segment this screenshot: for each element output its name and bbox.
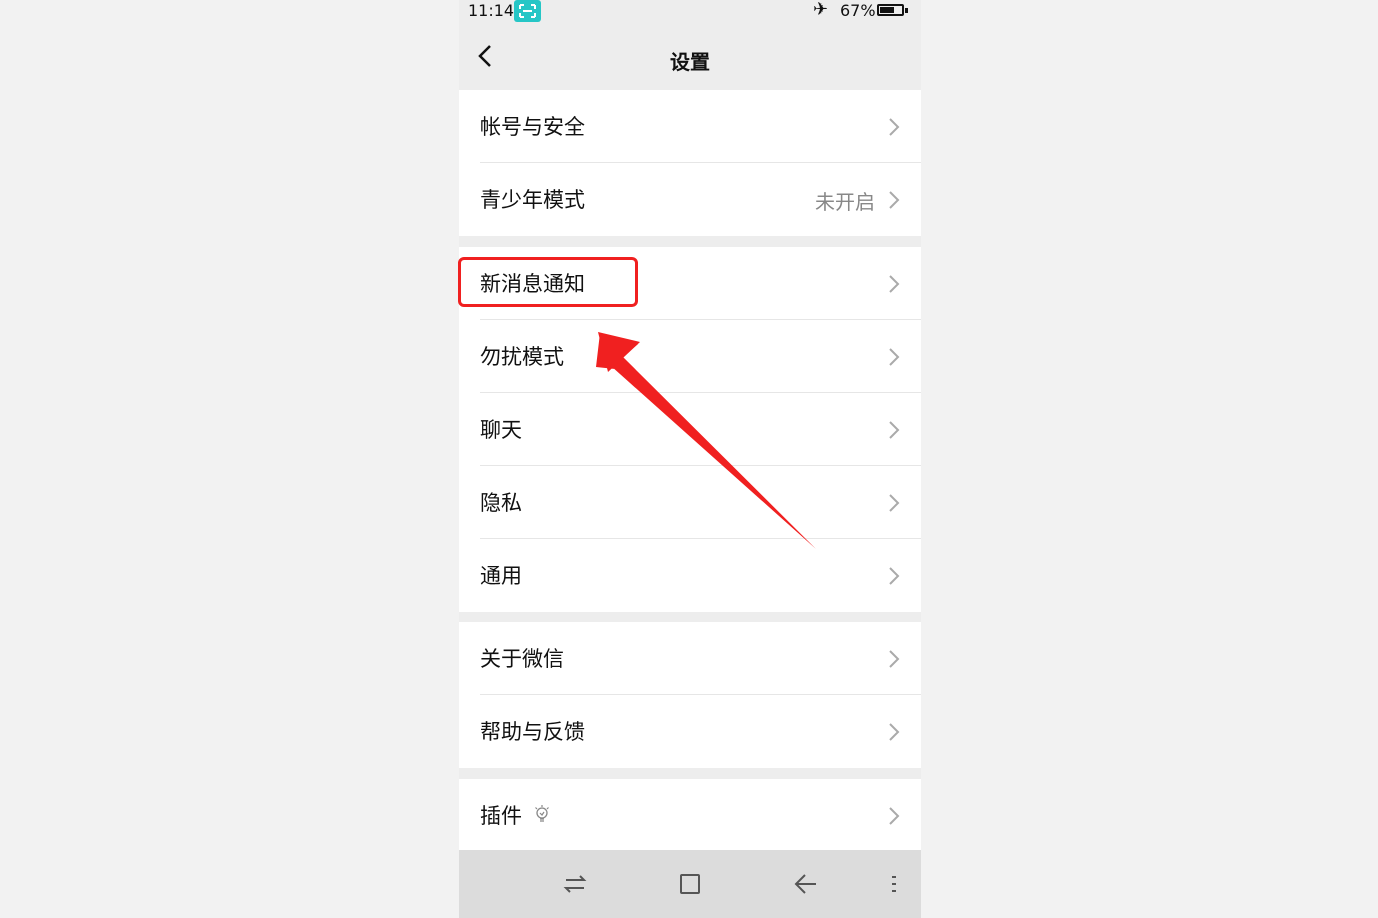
settings-item-label: 帐号与安全 bbox=[480, 115, 585, 139]
settings-item-plugins[interactable]: 插件 bbox=[459, 779, 921, 850]
settings-item-label: 插件 bbox=[480, 804, 522, 828]
chevron-right-icon bbox=[887, 649, 901, 669]
chevron-right-icon bbox=[887, 347, 901, 367]
chevron-right-icon bbox=[887, 117, 901, 137]
settings-group-about: 关于微信 帮助与反馈 bbox=[459, 622, 921, 768]
more-options-icon[interactable] bbox=[889, 872, 899, 896]
chevron-right-icon bbox=[887, 806, 901, 826]
system-navigation-bar bbox=[459, 850, 921, 918]
settings-item-about-wechat[interactable]: 关于微信 bbox=[459, 622, 921, 695]
settings-item-label: 关于微信 bbox=[480, 647, 564, 671]
status-bar: 11:14 ✈ 67% bbox=[459, 0, 921, 24]
lightbulb-icon bbox=[534, 804, 550, 824]
settings-item-general[interactable]: 通用 bbox=[459, 539, 921, 612]
settings-item-account-security[interactable]: 帐号与安全 bbox=[459, 90, 921, 163]
page-title: 设置 bbox=[670, 50, 710, 74]
settings-item-do-not-disturb[interactable]: 勿扰模式 bbox=[459, 320, 921, 393]
status-time: 11:14 bbox=[468, 1, 515, 20]
airplane-mode-icon: ✈ bbox=[813, 0, 829, 20]
chevron-right-icon bbox=[887, 190, 901, 210]
settings-group-account: 帐号与安全 青少年模式 未开启 bbox=[459, 90, 921, 236]
settings-item-youth-mode[interactable]: 青少年模式 未开启 bbox=[459, 163, 921, 236]
settings-item-label: 隐私 bbox=[480, 491, 522, 515]
navigation-bar: 设置 bbox=[459, 24, 921, 90]
scan-icon bbox=[514, 0, 541, 22]
back-icon[interactable] bbox=[793, 872, 819, 896]
battery-icon bbox=[877, 4, 904, 16]
settings-item-label: 通用 bbox=[480, 564, 522, 588]
highlight-box bbox=[458, 257, 638, 307]
phone-screen: 11:14 ✈ 67% 设置 帐号与安全 青少年模式 未开启 新消息通知 勿扰模… bbox=[459, 0, 921, 918]
settings-item-value: 未开启 bbox=[815, 190, 875, 214]
battery-tip-icon bbox=[905, 8, 908, 13]
chevron-right-icon bbox=[887, 274, 901, 294]
chevron-right-icon bbox=[887, 566, 901, 586]
settings-item-label: 聊天 bbox=[480, 418, 522, 442]
chevron-right-icon bbox=[887, 722, 901, 742]
chevron-right-icon bbox=[887, 493, 901, 513]
settings-item-privacy[interactable]: 隐私 bbox=[459, 466, 921, 539]
settings-item-label: 帮助与反馈 bbox=[480, 720, 585, 744]
battery-percentage: 67% bbox=[840, 1, 876, 20]
chevron-right-icon bbox=[887, 420, 901, 440]
settings-item-chat[interactable]: 聊天 bbox=[459, 393, 921, 466]
home-icon[interactable] bbox=[677, 872, 703, 896]
settings-group-plugins: 插件 bbox=[459, 779, 921, 850]
recent-apps-icon[interactable] bbox=[562, 872, 588, 896]
settings-item-label: 青少年模式 bbox=[480, 188, 585, 212]
settings-item-help-feedback[interactable]: 帮助与反馈 bbox=[459, 695, 921, 768]
settings-item-label: 勿扰模式 bbox=[480, 345, 564, 369]
